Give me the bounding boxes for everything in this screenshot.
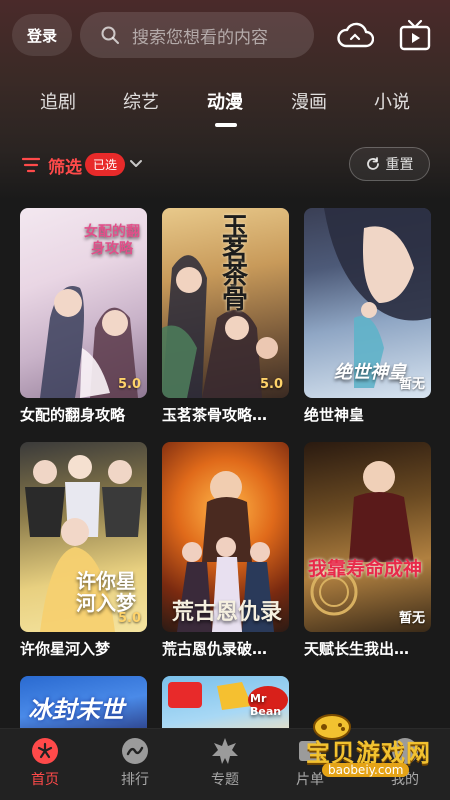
site-watermark: 宝贝游戏网 baobeiy.com [280, 714, 450, 785]
topic-icon [212, 738, 238, 764]
reset-label: 重置 [385, 157, 414, 173]
cover-art [310, 461, 414, 616]
search-input[interactable]: 搜索您想看的内容 [80, 12, 314, 58]
card-title: 天赋长生我出… [304, 640, 410, 658]
card-cover: Mr Bean [162, 676, 289, 736]
cover-title-text: 女配的翻身攻略 [84, 224, 140, 257]
nav-home[interactable]: 首页 [10, 737, 80, 789]
search-placeholder: 搜索您想看的内容 [132, 27, 268, 48]
card-title: 荒古恩仇录破… [162, 640, 268, 658]
anime-card[interactable]: 我靠寿命成神 暂无 天赋长生我出… [304, 442, 431, 659]
card-score: 5.0 [117, 611, 141, 626]
card-cover: 冰封末世 [20, 676, 147, 736]
cover-title-text: 玉茗茶骨 [222, 213, 249, 315]
anime-card[interactable]: 冰封末世 [20, 676, 147, 736]
tab-comics[interactable]: 漫画 [291, 88, 327, 114]
card-cover: 绝世神皇 暂无 [304, 208, 431, 398]
nav-label: 排行 [121, 772, 149, 788]
search-icon [101, 26, 119, 44]
cover-title-text: 荒古恩仇录 [172, 600, 283, 625]
ranking-icon [122, 738, 148, 764]
home-icon [32, 738, 58, 764]
card-title: 女配的翻身攻略 [20, 406, 126, 424]
nav-ranking[interactable]: 排行 [100, 737, 170, 789]
tv-icon[interactable] [398, 19, 432, 51]
filter-icon[interactable] [22, 157, 40, 173]
card-cover: 荒古恩仇录 [162, 442, 289, 632]
filter-row: 筛选 已选 重置 [0, 145, 450, 185]
card-title: 绝世神皇 [304, 406, 365, 424]
card-cover: 女配的翻身攻略 5.0 [20, 208, 147, 398]
tab-chase-drama[interactable]: 追剧 [40, 88, 76, 114]
anime-card[interactable]: 荒古恩仇录 荒古恩仇录破… [162, 442, 289, 659]
reset-button[interactable]: 重置 [349, 147, 430, 181]
nav-topic[interactable]: 专题 [190, 737, 260, 789]
card-score: 暂无 [398, 611, 425, 626]
cloud-icon[interactable] [336, 20, 374, 50]
card-cover: 许你星河入梦 5.0 [20, 442, 147, 632]
anime-card[interactable]: 玉茗茶骨 5.0 玉茗茶骨攻略… [162, 208, 289, 425]
selected-badge: 已选 [85, 153, 126, 176]
tab-variety[interactable]: 综艺 [123, 88, 159, 114]
cover-title-text: 许你星河入梦 [76, 569, 136, 615]
anime-card[interactable]: 绝世神皇 暂无 绝世神皇 [304, 208, 431, 425]
chevron-down-icon[interactable] [129, 158, 143, 170]
card-title: 许你星河入梦 [20, 640, 111, 658]
card-score: 暂无 [398, 377, 425, 392]
active-tab-indicator [215, 123, 237, 127]
filter-button[interactable]: 筛选 [48, 153, 82, 178]
anime-card[interactable]: Mr Bean [162, 676, 289, 736]
top-bar: 登录 搜索您想看的内容 [0, 0, 450, 70]
card-title: 玉茗茶骨攻略… [162, 406, 268, 424]
card-score: 5.0 [117, 377, 141, 392]
cover-title-text: 我靠寿命成神 [308, 558, 423, 580]
tab-anime[interactable]: 动漫 [207, 88, 243, 114]
anime-card[interactable]: 许你星河入梦 5.0 许你星河入梦 [20, 442, 147, 659]
card-cover: 玉茗茶骨 5.0 [162, 208, 289, 398]
refresh-icon [366, 157, 379, 170]
watermark-url: baobeiy.com [322, 763, 410, 777]
login-button[interactable]: 登录 [12, 14, 72, 56]
anime-card[interactable]: 女配的翻身攻略 5.0 女配的翻身攻略 [20, 208, 147, 425]
cover-title-text: 冰封末世 [28, 696, 124, 724]
category-tabs: 追剧 综艺 动漫 漫画 小说 [0, 82, 450, 132]
tab-novels[interactable]: 小说 [374, 88, 410, 114]
nav-label: 专题 [211, 772, 239, 788]
cover-title-text: 绝世神皇 [334, 362, 406, 383]
card-cover: 我靠寿命成神 暂无 [304, 442, 431, 632]
nav-label: 首页 [31, 772, 59, 788]
card-score: 5.0 [259, 377, 283, 392]
